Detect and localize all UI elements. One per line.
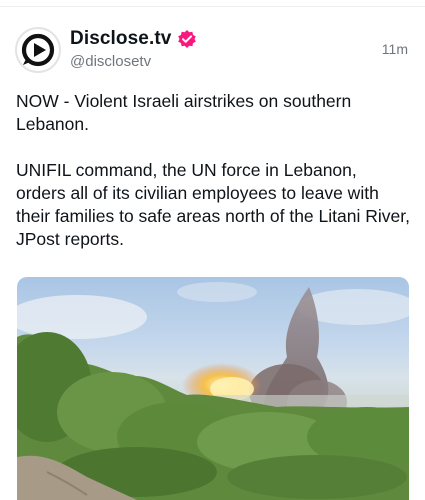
verified-badge-icon (177, 29, 197, 49)
handle[interactable]: @disclosetv (70, 53, 151, 70)
post-paragraph: NOW - Violent Israeli airstrikes on sout… (16, 91, 352, 134)
post-video[interactable] (17, 277, 409, 500)
post-paragraph: UNIFIL command, the UN force in Lebanon,… (16, 160, 410, 249)
post-text: NOW - Violent Israeli airstrikes on sout… (16, 90, 411, 251)
timestamp[interactable]: 11m (382, 41, 408, 57)
display-name[interactable]: Disclose.tv (70, 28, 171, 50)
airstrike-scene-image (17, 282, 409, 500)
post-card[interactable]: Disclose.tv @disclosetv 11m NOW - Violen… (0, 0, 425, 500)
disclose-play-logo-icon (21, 33, 55, 67)
author-row: Disclose.tv (70, 27, 197, 51)
avatar[interactable] (15, 27, 61, 73)
